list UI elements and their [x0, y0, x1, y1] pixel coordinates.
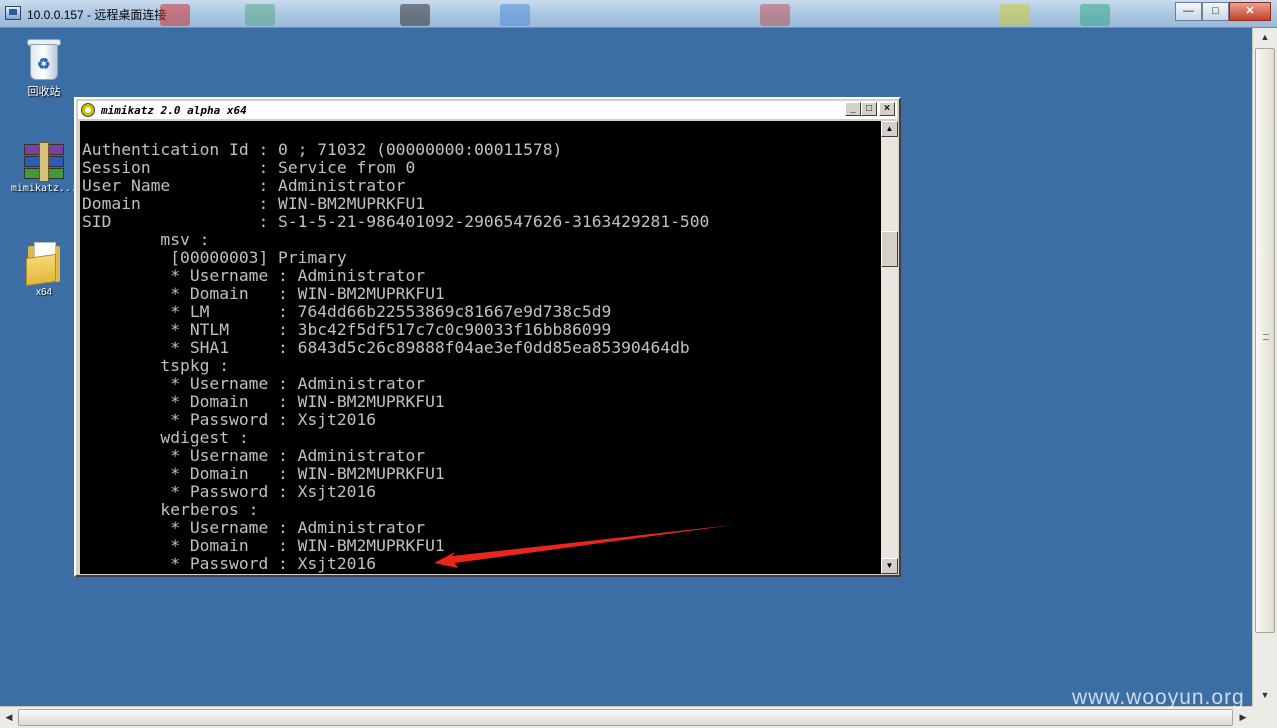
console-line: Domain : WIN-BM2MUPRKFU1 [82, 194, 426, 213]
console-line: * Password : Xsjt2016 [82, 482, 377, 501]
console-line: tspkg : [82, 356, 230, 375]
watermark: www.wooyun.org [1072, 686, 1245, 709]
console-line: * Username : Administrator [82, 446, 426, 465]
console-line: kerberos : [82, 500, 259, 519]
console-scroll-down-icon[interactable]: ▼ [881, 558, 898, 574]
winrar-archive-icon [24, 142, 64, 182]
console-maximize-button[interactable]: □ [861, 102, 877, 116]
faded-app-icon [500, 4, 530, 26]
console-scroll-thumb[interactable] [881, 231, 898, 267]
console-close-button[interactable]: × [879, 102, 895, 116]
console-line: * NTLM : 3bc42f5df517c7c0c90033f16bb8609… [82, 320, 612, 339]
console-line: [00000003] Primary [82, 248, 347, 267]
console-line: * Domain : WIN-BM2MUPRKFU1 [82, 284, 445, 303]
console-line: * Password : Xsjt2016 [82, 410, 377, 429]
horizontal-scrollbar[interactable]: ◀ ▶ [0, 706, 1252, 728]
faded-app-icon [760, 4, 790, 26]
scroll-up-arrow-icon[interactable]: ▲ [1253, 28, 1277, 46]
console-output[interactable]: Authentication Id : 0 ; 71032 (00000000:… [80, 121, 881, 574]
scroll-right-arrow-icon[interactable]: ▶ [1234, 707, 1252, 728]
window-controls: — □ ✕ [1175, 2, 1271, 21]
console-line: msv : [82, 230, 210, 249]
mimikatz-console-window[interactable]: mimikatz 2.0 alpha x64 _ □ × Authenticat… [74, 97, 901, 577]
console-line: * Domain : WIN-BM2MUPRKFU1 [82, 464, 445, 483]
console-title: mimikatz 2.0 alpha x64 [101, 104, 247, 117]
scrollbar-corner [1252, 706, 1277, 728]
console-line: * Domain : WIN-BM2MUPRKFU1 [82, 392, 445, 411]
desktop-icon-recycle-bin[interactable]: ♻ 回收站 [9, 38, 79, 99]
scroll-thumb[interactable] [1255, 48, 1275, 633]
console-line: Authentication Id : 0 ; 71032 (00000000:… [82, 140, 563, 159]
console-line: * Username : Administrator [82, 518, 426, 537]
console-line: User Name : Administrator [82, 176, 406, 195]
console-line: * LM : 764dd66b22553869c81667e9d738c5d9 [82, 302, 612, 321]
console-minimize-button[interactable]: _ [845, 102, 861, 116]
faded-app-icon [400, 4, 430, 26]
console-line: * Domain : WIN-BM2MUPRKFU1 [82, 536, 445, 555]
console-line: * Username : Administrator [82, 266, 426, 285]
mimikatz-icon [81, 103, 95, 117]
desktop-icon-mimikatz[interactable]: mimikatz... [9, 142, 79, 194]
console-scrollbar[interactable]: ▲ ▼ [881, 121, 898, 574]
remote-desktop-icon [5, 6, 21, 20]
faded-app-icon [1080, 4, 1110, 26]
scroll-thumb[interactable] [18, 709, 1233, 726]
title-bar-background [150, 2, 1160, 26]
console-line: SID : S-1-5-21-986401092-2906547626-3163… [82, 212, 710, 231]
close-button[interactable]: ✕ [1229, 2, 1271, 21]
console-line: * Username : Administrator [82, 374, 426, 393]
faded-app-icon [245, 4, 275, 26]
faded-app-icon [160, 4, 190, 26]
minimize-button[interactable]: — [1175, 2, 1202, 21]
desktop-icon-label: mimikatz... [10, 183, 78, 194]
console-window-controls: _ □ × [845, 102, 895, 116]
window-title: 10.0.0.157 - 远程桌面连接 [27, 8, 167, 22]
console-text: Authentication Id : 0 ; 71032 (00000000:… [82, 141, 709, 573]
maximize-button[interactable]: □ [1202, 2, 1229, 21]
vertical-scrollbar[interactable]: ▲ ▼ [1252, 28, 1277, 706]
scroll-down-arrow-icon[interactable]: ▼ [1253, 686, 1277, 704]
scroll-left-arrow-icon[interactable]: ◀ [0, 707, 18, 728]
console-line: * SHA1 : 6843d5c26c89888f04ae3ef0dd85ea8… [82, 338, 690, 357]
recycle-bin-icon: ♻ [26, 38, 62, 80]
desktop-icon-label: x64 [35, 287, 53, 298]
console-line: * Password : Xsjt2016 [82, 554, 377, 573]
folder-icon [26, 242, 62, 287]
desktop-icon-x64-folder[interactable]: x64 [9, 242, 79, 298]
console-line: Session : Service from 0 [82, 158, 416, 177]
console-scroll-up-icon[interactable]: ▲ [881, 121, 898, 137]
console-title-bar[interactable]: mimikatz 2.0 alpha x64 _ □ × [78, 101, 897, 119]
desktop-icon-label: 回收站 [27, 86, 61, 98]
faded-app-icon [1000, 4, 1030, 26]
console-line: wdigest : [82, 428, 249, 447]
rdp-title-bar[interactable]: 10.0.0.157 - 远程桌面连接 — □ ✕ [0, 0, 1277, 28]
